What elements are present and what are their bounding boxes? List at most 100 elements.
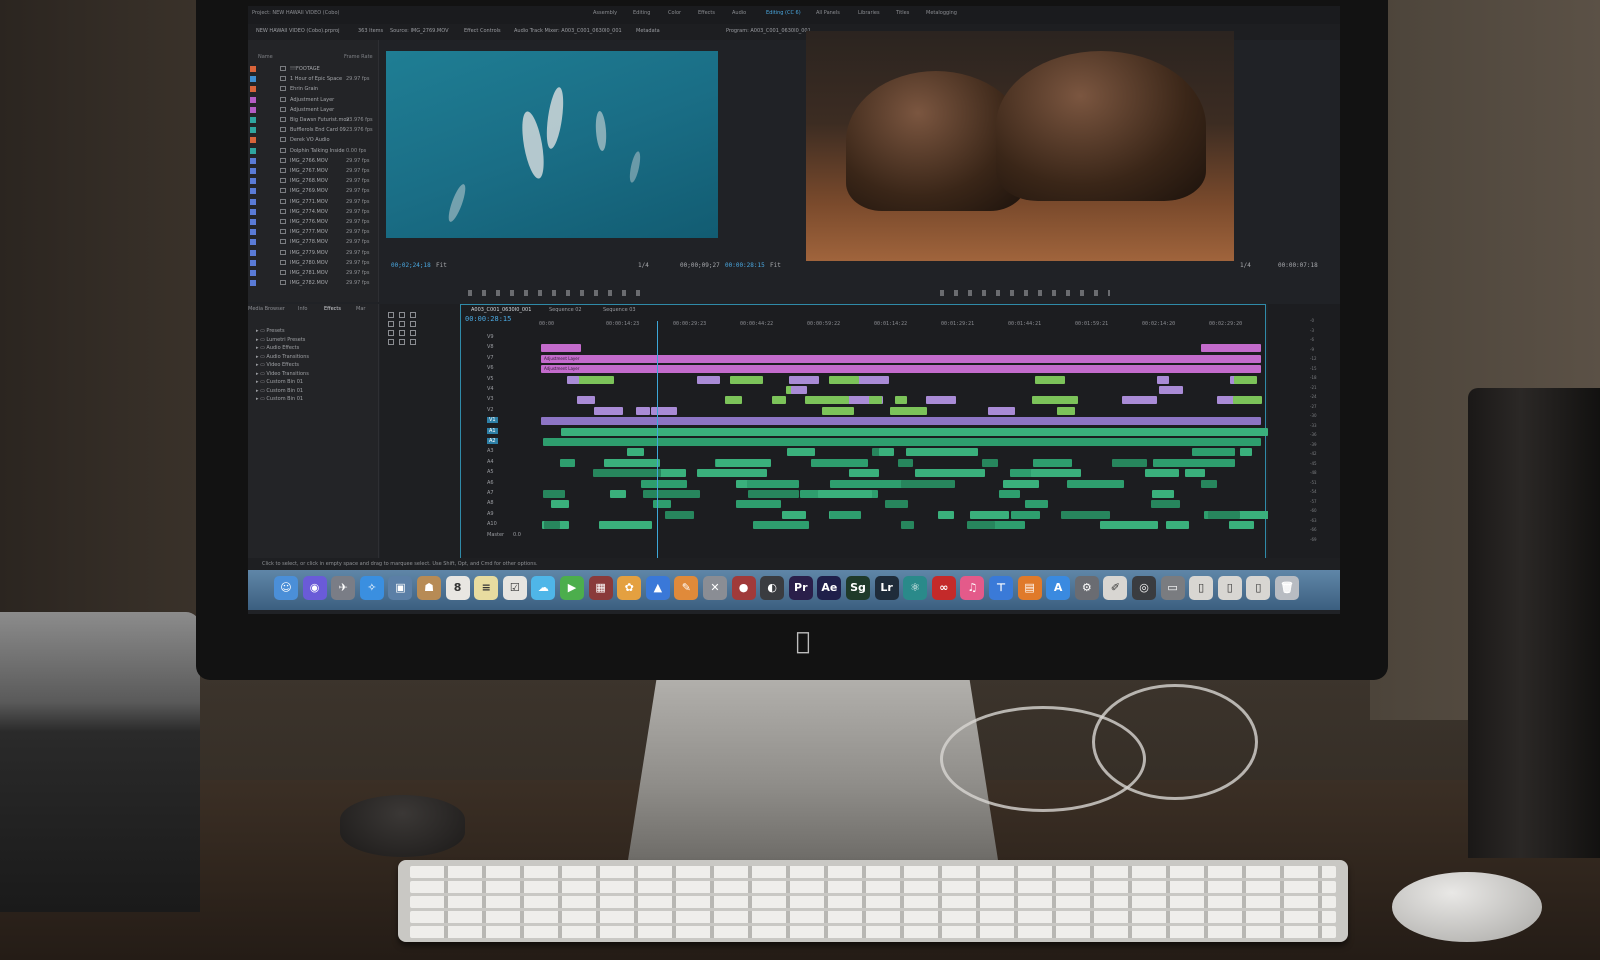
timeline-clip[interactable] xyxy=(1234,375,1257,384)
camera-icon[interactable]: ◎ xyxy=(1132,576,1156,600)
timeline-clip[interactable] xyxy=(915,469,960,478)
timeline-clip[interactable] xyxy=(901,521,914,530)
project-item[interactable]: IMG_2781.MOV 29.97 fps xyxy=(250,268,374,278)
timeline-clip[interactable] xyxy=(805,396,831,405)
timeline-clip[interactable] xyxy=(730,458,771,467)
timeline-clip[interactable] xyxy=(641,479,687,488)
timeline-clip[interactable] xyxy=(543,490,565,498)
tool-icon[interactable] xyxy=(399,339,405,345)
timeline-clip[interactable] xyxy=(936,448,978,457)
project-item[interactable]: IMG_2779.MOV 29.97 fps xyxy=(250,248,374,258)
timeline-clip[interactable] xyxy=(747,479,799,488)
timeline-clip[interactable] xyxy=(560,458,575,467)
timeline-clip[interactable] xyxy=(890,406,927,415)
itunes-icon[interactable]: ♫ xyxy=(960,576,985,600)
tab-effects[interactable]: Effects xyxy=(324,306,341,312)
track-header-a5[interactable]: A5 xyxy=(463,468,537,477)
timeline-clip[interactable] xyxy=(1201,344,1261,353)
timeline-clip[interactable] xyxy=(829,375,859,384)
track-header-a1[interactable]: A1 xyxy=(463,427,537,436)
source-scale[interactable]: 1/4 xyxy=(638,262,649,269)
tool-icon[interactable] xyxy=(410,339,416,345)
tab-program[interactable]: Program: A003_C001_0630I0_001 xyxy=(726,28,811,34)
system-preferences-icon[interactable]: ⚙ xyxy=(1074,576,1099,600)
tab-media-browser[interactable]: Media Browser xyxy=(248,306,285,312)
safari-icon[interactable]: ✧ xyxy=(359,576,384,600)
timeline-clip[interactable] xyxy=(885,500,908,509)
project-item[interactable]: IMG_2767.MOV 29.97 fps xyxy=(250,166,374,176)
timeline-clip[interactable] xyxy=(849,469,879,478)
tab-info[interactable]: Info xyxy=(298,306,307,312)
pages-icon[interactable]: ✎ xyxy=(674,576,699,600)
terminal-icon[interactable]: ▭ xyxy=(1160,576,1185,600)
trash-icon[interactable]: 🗑 xyxy=(1275,576,1299,600)
timeline-clip[interactable] xyxy=(551,500,569,509)
project-item[interactable]: 1 Hour of Epic Space 29.97 fps xyxy=(250,74,374,84)
track-header-v9[interactable]: V9 xyxy=(463,333,537,342)
timeline-clip[interactable] xyxy=(581,438,1261,446)
timeline-clip[interactable] xyxy=(836,396,849,405)
timeline-clip[interactable] xyxy=(772,396,786,405)
timeline-clip[interactable]: Adjustment Layer xyxy=(541,354,1261,363)
track-header-v5[interactable]: V5 xyxy=(463,375,537,384)
project-item[interactable]: Big Dawsn Futurist.mov 23.976 fps xyxy=(250,115,374,125)
timeline-clip[interactable] xyxy=(716,469,767,478)
source-transport-controls[interactable] xyxy=(468,290,648,296)
track-header-a3[interactable]: A3 xyxy=(463,447,537,456)
photos-icon[interactable]: ✿ xyxy=(617,576,642,600)
timeline-clip[interactable] xyxy=(636,406,650,415)
tool-icon[interactable] xyxy=(410,312,416,318)
timeline-clip[interactable] xyxy=(753,521,809,530)
tool-icon[interactable] xyxy=(388,312,394,318)
source-timecode[interactable]: 00;02;24;18 xyxy=(391,262,431,269)
timeline-clip[interactable] xyxy=(748,490,799,498)
document-2-icon[interactable]: ▯ xyxy=(1217,576,1242,600)
tool-icon[interactable] xyxy=(399,321,405,327)
timeline-clip[interactable] xyxy=(1208,510,1240,519)
timeline-clip[interactable] xyxy=(789,375,805,384)
timeline-clip[interactable] xyxy=(1229,521,1254,530)
timeline-clip[interactable] xyxy=(601,406,623,415)
project-item[interactable]: Bufflerols End Card 09 23.976 fps xyxy=(250,125,374,135)
tool-icon[interactable] xyxy=(388,330,394,336)
program-fit[interactable]: Fit xyxy=(770,262,781,269)
creative-cloud-icon[interactable]: ∞ xyxy=(931,576,956,600)
project-item[interactable]: IMG_2766.MOV 29.97 fps xyxy=(250,156,374,166)
tool-icon[interactable] xyxy=(399,330,405,336)
timeline-clip[interactable] xyxy=(1064,510,1110,519)
timeline-clip[interactable] xyxy=(561,427,1261,436)
project-item[interactable]: Dolphin Talking Inside 0.00 fps xyxy=(250,146,374,156)
timeline-clip[interactable] xyxy=(1192,448,1235,457)
tab-sequence-1[interactable]: A003_C001_0630I0_001 xyxy=(471,307,531,313)
reminders-icon[interactable]: ☑ xyxy=(502,576,527,600)
timeline-clip[interactable] xyxy=(610,490,626,498)
timeline-clip[interactable] xyxy=(665,510,694,519)
timeline-clip[interactable] xyxy=(544,521,560,530)
after-effects-icon[interactable]: Ae xyxy=(817,576,842,600)
timeline-clip[interactable] xyxy=(999,490,1020,498)
program-scale[interactable]: 1/4 xyxy=(1240,262,1251,269)
timeline-clip[interactable] xyxy=(811,458,868,467)
tool-icon[interactable] xyxy=(388,339,394,345)
timeline-clip[interactable] xyxy=(627,448,644,457)
timeline-clip[interactable] xyxy=(697,375,720,384)
timeline-clip[interactable] xyxy=(926,396,956,405)
project-item[interactable]: IMG_2774.MOV 29.97 fps xyxy=(250,207,374,217)
timeline-clip[interactable] xyxy=(898,458,913,467)
timeline-clip[interactable] xyxy=(1032,396,1065,405)
lightroom-icon[interactable]: Lr xyxy=(874,576,899,600)
effects-folder[interactable]: ▸ ▭ Custom Bin 01 xyxy=(256,379,303,385)
timeline-clip[interactable] xyxy=(791,386,807,394)
project-item[interactable]: IMG_2769.MOV 29.97 fps xyxy=(250,186,374,196)
effects-folder[interactable]: ▸ ▭ Lumetri Presets xyxy=(256,337,305,343)
track-header-a10[interactable]: A10 xyxy=(463,520,537,529)
timeline-clip[interactable] xyxy=(830,510,861,519)
timeline-clip[interactable] xyxy=(830,479,882,488)
time-ruler[interactable]: 00:00 00:00:14:23 00:00:29:23 00:00:44:22 00… xyxy=(539,321,1261,331)
project-item[interactable]: IMG_2777.MOV 29.97 fps xyxy=(250,227,374,237)
timeline-clip[interactable] xyxy=(614,458,660,467)
track-header-v8[interactable]: V8 xyxy=(463,343,537,352)
workspace-titles[interactable]: Titles xyxy=(896,10,909,16)
workspace-audio[interactable]: Audio xyxy=(732,10,746,16)
speedgrade-icon[interactable]: Sg xyxy=(846,576,870,600)
